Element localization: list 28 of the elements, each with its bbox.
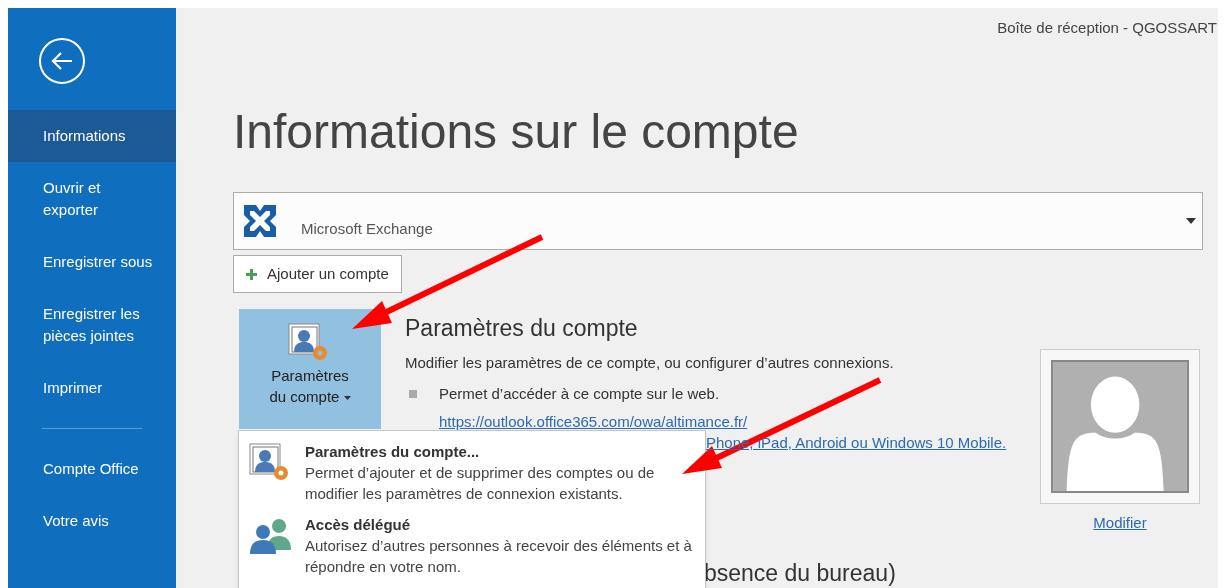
plus-icon (246, 268, 257, 280)
bullet-text: Permet d’accéder à ce compte sur le web. (439, 383, 720, 404)
sidebar-item[interactable]: Votre avis (8, 495, 176, 547)
bullet-icon (409, 389, 417, 398)
section-description: Modifier les paramètres de ce compte, ou configurer d’autres connexions. (405, 353, 895, 373)
change-picture-link[interactable]: Modifier (1093, 512, 1147, 535)
account-selector[interactable]: Microsoft Exchange (233, 192, 1203, 250)
avatar-icon (1051, 360, 1189, 493)
people-icon (249, 516, 293, 554)
section-heading: bsence du bureau) (704, 562, 896, 585)
web-access-link[interactable]: https://outlook.office365.com/owa/altimance.fr/ (439, 411, 1040, 434)
sidebar-item[interactable]: Enregistrer les pièces jointes (8, 288, 176, 362)
menu-item[interactable]: Paramètres du compte... Permet d’ajouter et de supprimer des comptes ou de modifier les paramètres de connexion existants. (239, 441, 705, 504)
page-title: Informations sur le compte (233, 108, 800, 160)
sidebar-item[interactable]: Compte Office (8, 443, 176, 495)
section-heading: Paramètres du compte (405, 317, 639, 340)
back-icon[interactable] (38, 37, 86, 85)
add-account-button[interactable]: Ajouter un compte (233, 255, 402, 293)
window-title: Boîte de réception - QGOSSART (997, 18, 1217, 38)
sidebar-item[interactable]: Enregistrer sous (8, 236, 176, 288)
caret-icon (1186, 218, 1196, 224)
account-type-text: Microsoft Exchange (301, 218, 434, 239)
sidebar-item[interactable]: Ouvrir et exporter (8, 162, 176, 236)
caret-icon (343, 396, 351, 401)
sidebar-item[interactable]: Informations (8, 110, 176, 162)
menu-item[interactable]: Accès délégué Autorisez d’autres personnes à recevoir des éléments et à répondre en votre nom. (239, 514, 705, 577)
account-settings-button[interactable]: Paramètres du compte (239, 309, 381, 429)
sidebar-item[interactable]: Imprimer (8, 362, 176, 414)
